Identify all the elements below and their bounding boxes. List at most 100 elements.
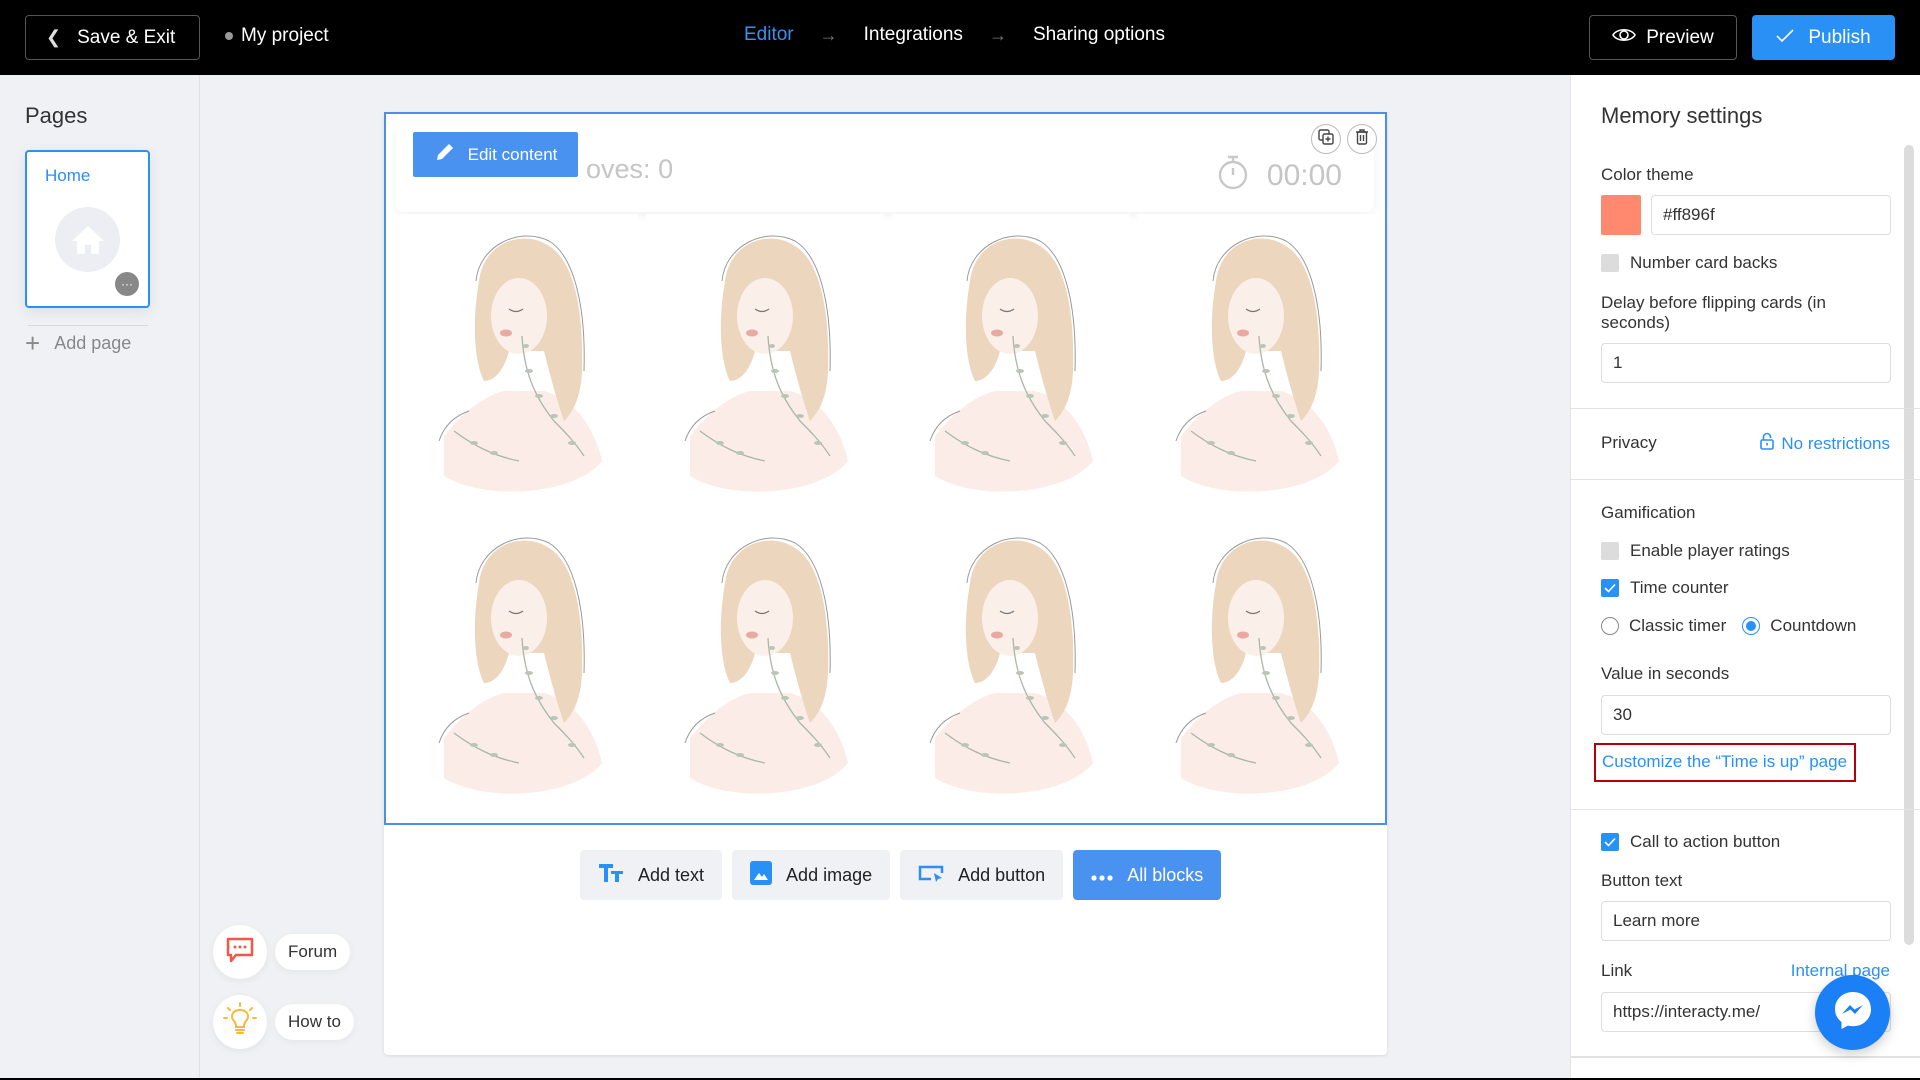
eye-icon: [1612, 27, 1637, 49]
moves-value: 0: [658, 154, 674, 184]
step-editor[interactable]: Editor: [744, 24, 794, 46]
checkbox-checked-icon: [1601, 579, 1619, 597]
memory-card[interactable]: [645, 214, 884, 512]
forum-button[interactable]: [213, 925, 267, 979]
divider: [1571, 809, 1920, 810]
memory-card[interactable]: [891, 516, 1130, 814]
delay-label: Delay before flipping cards (in seconds): [1601, 293, 1826, 332]
settings-panel: Memory settings Color theme #ff896f Numb…: [1570, 75, 1920, 1080]
countdown-radio[interactable]: Countdown: [1742, 616, 1856, 636]
project-name[interactable]: My project: [225, 25, 329, 47]
delay-input[interactable]: 1: [1601, 343, 1891, 383]
add-text-button[interactable]: Add text: [580, 850, 723, 900]
moves-counter: oves: 0: [586, 154, 673, 185]
privacy-value: No restrictions: [1781, 433, 1890, 453]
value-seconds-input[interactable]: 30: [1601, 695, 1891, 735]
add-button-button[interactable]: Add button: [900, 850, 1064, 900]
radio-icon: [1601, 617, 1619, 635]
link-label: Link: [1601, 961, 1633, 980]
howto-label[interactable]: How to: [275, 1004, 354, 1040]
checkbox-checked-icon: [1601, 833, 1619, 851]
project-name-label: My project: [241, 25, 329, 46]
stopwatch-icon: [1217, 154, 1249, 198]
memory-card[interactable]: [400, 214, 638, 512]
customize-time-is-up-link[interactable]: Customize the “Time is up” page: [1594, 743, 1857, 782]
edit-content-label: Edit content: [467, 144, 558, 164]
memory-card[interactable]: [645, 516, 884, 814]
card-illustration-icon: [670, 523, 860, 808]
image-icon: [750, 860, 773, 890]
preview-button[interactable]: Preview: [1589, 15, 1737, 60]
radio-selected-icon: [1742, 617, 1761, 635]
chat-bubble-icon: [225, 936, 255, 969]
classic-timer-radio[interactable]: Classic timer: [1601, 616, 1726, 636]
duplicate-block-button[interactable]: [1311, 124, 1341, 154]
save-exit-label: Save & Exit: [77, 26, 176, 48]
number-card-backs-checkbox[interactable]: Number card backs: [1601, 253, 1777, 273]
add-block-toolbar: Add text Add image Add button All blocks: [580, 850, 1222, 900]
edit-content-button[interactable]: Edit content: [413, 132, 578, 177]
card-illustration-icon: [915, 221, 1105, 506]
add-page-label: Add page: [54, 332, 132, 353]
add-button-label: Add button: [958, 864, 1046, 885]
button-icon: [918, 864, 944, 887]
game-timer: 00:00: [1217, 154, 1342, 198]
card-illustration-icon: [1161, 523, 1351, 808]
moves-label: oves:: [586, 154, 651, 184]
status-dot-icon: [225, 32, 233, 40]
memory-card[interactable]: [1137, 516, 1375, 814]
text-icon: [598, 862, 624, 889]
publish-button[interactable]: Publish: [1752, 15, 1895, 60]
howto-button[interactable]: [213, 995, 267, 1049]
top-bar: ❮ Save & Exit My project Editor → Integr…: [0, 0, 1920, 75]
duplicate-icon: [1317, 128, 1335, 151]
arrow-right-icon: →: [819, 24, 838, 45]
all-blocks-label: All blocks: [1127, 864, 1204, 885]
step-navigation: Editor → Integrations → Sharing options: [744, 24, 1165, 46]
delete-block-button[interactable]: [1347, 124, 1377, 154]
privacy-label: Privacy: [1601, 433, 1657, 452]
button-text-input[interactable]: Learn more: [1601, 901, 1891, 941]
forum-label[interactable]: Forum: [275, 934, 351, 970]
settings-title: Memory settings: [1601, 103, 1763, 128]
save-exit-button[interactable]: ❮ Save & Exit: [25, 15, 200, 60]
editor-canvas: oves: 0 00:00 Edit content Add text Add …: [384, 112, 1387, 1055]
color-hex-input[interactable]: #ff896f: [1651, 195, 1891, 235]
color-swatch[interactable]: [1601, 195, 1641, 235]
card-illustration-icon: [424, 221, 614, 506]
step-integrations[interactable]: Integrations: [864, 24, 963, 46]
check-icon: [1776, 27, 1794, 49]
cta-checkbox[interactable]: Call to action button: [1601, 832, 1780, 852]
publish-label: Publish: [1808, 26, 1871, 48]
timer-mode-group: Classic timer Countdown: [1601, 616, 1856, 636]
page-card-home[interactable]: Home ···: [25, 150, 150, 308]
divider: [28, 325, 148, 326]
memory-card[interactable]: [891, 214, 1130, 512]
classic-timer-label: Classic timer: [1629, 616, 1727, 635]
messenger-chat-button[interactable]: [1815, 975, 1890, 1050]
cta-label: Call to action button: [1630, 832, 1781, 851]
card-illustration-icon: [915, 523, 1105, 808]
divider: [1571, 479, 1920, 480]
add-page-button[interactable]: + Add page: [25, 330, 131, 356]
cards-grid: [400, 214, 1375, 814]
add-image-button[interactable]: Add image: [732, 850, 891, 900]
memory-card[interactable]: [1137, 214, 1375, 512]
color-theme-label: Color theme: [1601, 165, 1694, 184]
page-more-button[interactable]: ···: [115, 272, 139, 296]
memory-card[interactable]: [400, 516, 638, 814]
value-seconds-label: Value in seconds: [1601, 664, 1730, 683]
player-ratings-checkbox[interactable]: Enable player ratings: [1601, 541, 1790, 561]
time-counter-checkbox[interactable]: Time counter: [1601, 578, 1729, 598]
step-sharing-options[interactable]: Sharing options: [1033, 24, 1165, 46]
memory-game-block[interactable]: oves: 0 00:00 Edit content: [384, 112, 1387, 825]
add-image-label: Add image: [786, 864, 873, 885]
button-text-label: Button text: [1601, 871, 1683, 890]
card-illustration-icon: [1161, 221, 1351, 506]
panel-scrollbar[interactable]: [1904, 145, 1914, 945]
unlock-icon: [1760, 432, 1775, 455]
privacy-link[interactable]: No restrictions: [1760, 432, 1890, 455]
all-blocks-button[interactable]: All blocks: [1073, 850, 1222, 900]
plus-icon: +: [25, 328, 41, 358]
pencil-icon: [434, 141, 456, 168]
